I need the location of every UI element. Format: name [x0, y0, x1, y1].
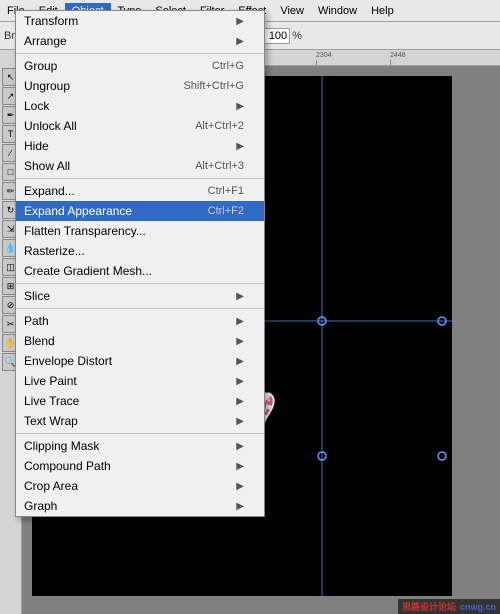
- menu-item-ungroup[interactable]: Ungroup Shift+Ctrl+G: [16, 76, 264, 96]
- menu-item-path[interactable]: Path ▶: [16, 311, 264, 331]
- menubar-item-window[interactable]: Window: [311, 3, 364, 19]
- menu-item-create-gradient-mesh[interactable]: Create Gradient Mesh...: [16, 261, 264, 281]
- submenu-arrow: ▶: [236, 441, 244, 452]
- menu-item-clipping-mask[interactable]: Clipping Mask ▶: [16, 436, 264, 456]
- menu-item-blend[interactable]: Blend ▶: [16, 331, 264, 351]
- menu-item-graph[interactable]: Graph ▶: [16, 496, 264, 516]
- separator-5: [16, 433, 264, 434]
- submenu-arrow: ▶: [236, 481, 244, 492]
- submenu-arrow: ▶: [236, 141, 244, 152]
- submenu-arrow: ▶: [236, 316, 244, 327]
- submenu-arrow: ▶: [236, 291, 244, 302]
- menu-item-arrange[interactable]: Arrange ▶: [16, 31, 264, 51]
- submenu-arrow: ▶: [236, 461, 244, 472]
- menu-item-unlock-all[interactable]: Unlock All Alt+Ctrl+2: [16, 116, 264, 136]
- submenu-arrow: ▶: [236, 36, 244, 47]
- submenu-arrow: ▶: [236, 356, 244, 367]
- separator-4: [16, 308, 264, 309]
- submenu-arrow: ▶: [236, 501, 244, 512]
- submenu-arrow: ▶: [236, 376, 244, 387]
- menu-item-live-trace[interactable]: Live Trace ▶: [16, 391, 264, 411]
- submenu-arrow: ▶: [236, 336, 244, 347]
- watermark: 思路设计论坛 cnwg.cn: [398, 599, 500, 614]
- menu-item-lock[interactable]: Lock ▶: [16, 96, 264, 116]
- menu-item-crop-area[interactable]: Crop Area ▶: [16, 476, 264, 496]
- menu-item-expand-appearance[interactable]: Expand Appearance Ctrl+F2: [16, 201, 264, 221]
- menu-item-expand[interactable]: Expand... Ctrl+F1: [16, 181, 264, 201]
- menu-item-slice[interactable]: Slice ▶: [16, 286, 264, 306]
- separator-1: [16, 53, 264, 54]
- menu-item-live-paint[interactable]: Live Paint ▶: [16, 371, 264, 391]
- submenu-arrow: ▶: [236, 416, 244, 427]
- menu-item-hide[interactable]: Hide ▶: [16, 136, 264, 156]
- menu-item-flatten-transparency[interactable]: Flatten Transparency...: [16, 221, 264, 241]
- ruler-num-5: 2448: [390, 52, 406, 59]
- menu-item-compound-path[interactable]: Compound Path ▶: [16, 456, 264, 476]
- menu-item-text-wrap[interactable]: Text Wrap ▶: [16, 411, 264, 431]
- menu-item-transform[interactable]: Transform ▶: [16, 11, 264, 31]
- watermark-site1: 思路设计论坛: [402, 600, 456, 613]
- menu-item-show-all[interactable]: Show All Alt+Ctrl+3: [16, 156, 264, 176]
- submenu-arrow: ▶: [236, 16, 244, 27]
- menubar-item-view[interactable]: View: [273, 3, 311, 19]
- opacity-unit: %: [292, 30, 302, 42]
- separator-2: [16, 178, 264, 179]
- menubar-item-help[interactable]: Help: [364, 3, 401, 19]
- menu-item-envelope-distort[interactable]: Envelope Distort ▶: [16, 351, 264, 371]
- ruler-num-4: 2304: [316, 52, 332, 59]
- watermark-site2: cnwg.cn: [460, 602, 496, 612]
- object-menu: Transform ▶ Arrange ▶ Group Ctrl+G Ungro…: [15, 10, 265, 517]
- separator-3: [16, 283, 264, 284]
- submenu-arrow: ▶: [236, 396, 244, 407]
- submenu-arrow: ▶: [236, 101, 244, 112]
- menu-item-rasterize[interactable]: Rasterize...: [16, 241, 264, 261]
- menu-item-group[interactable]: Group Ctrl+G: [16, 56, 264, 76]
